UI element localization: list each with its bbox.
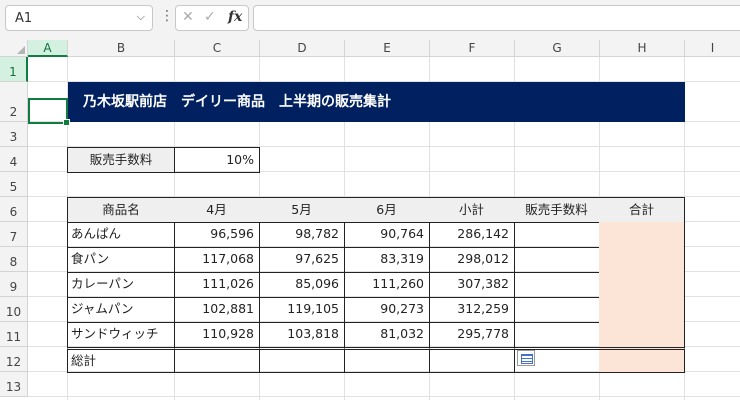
column-header-a[interactable]: A (28, 40, 68, 57)
may-value[interactable]: 103,818 (259, 322, 345, 348)
june-value[interactable]: 83,319 (344, 247, 430, 273)
row-header-7[interactable]: 7 (0, 222, 28, 247)
fee-label[interactable]: 販売手数料 (67, 147, 175, 173)
grand-total-label[interactable]: 総計 (67, 347, 175, 373)
total-cell[interactable] (599, 222, 685, 248)
fee-cell[interactable] (514, 272, 600, 298)
enter-icon[interactable]: ✓ (204, 9, 216, 25)
product-name[interactable]: 食パン (67, 247, 175, 273)
name-box-value: A1 (15, 11, 33, 26)
more-options-icon[interactable]: ⋮ (160, 9, 174, 23)
column-header-e[interactable]: E (345, 40, 430, 57)
row-header-4[interactable]: 4 (0, 147, 28, 172)
cancel-icon[interactable]: ✕ (182, 9, 194, 25)
row-header-10[interactable]: 10 (0, 297, 28, 322)
header-may[interactable]: 5月 (259, 197, 345, 223)
worksheet[interactable]: A B C D E F G H I 1 2 3 4 5 6 7 8 9 10 1… (0, 40, 740, 400)
april-value[interactable]: 117,068 (174, 247, 260, 273)
april-value[interactable]: 96,596 (174, 222, 260, 248)
row-header-6[interactable]: 6 (0, 197, 28, 222)
name-box[interactable]: A1 ⌵ (5, 5, 153, 31)
subtotal-value[interactable]: 295,778 (429, 322, 515, 348)
select-all-button[interactable] (0, 40, 28, 57)
row-header-12[interactable]: 12 (0, 347, 28, 372)
june-value[interactable]: 81,032 (344, 322, 430, 348)
header-june[interactable]: 6月 (344, 197, 430, 223)
grand-total-sum[interactable] (599, 347, 685, 373)
product-name[interactable]: カレーパン (67, 272, 175, 298)
header-april[interactable]: 4月 (174, 197, 260, 223)
fee-value[interactable]: 10% (174, 147, 260, 173)
may-value[interactable]: 119,105 (259, 297, 345, 323)
product-name[interactable]: サンドウィッチ (67, 322, 175, 348)
fee-cell[interactable] (514, 297, 600, 323)
sheet-title[interactable]: 乃木坂駅前店 デイリー商品 上半期の販売集計 (68, 82, 685, 122)
subtotal-value[interactable]: 312,259 (429, 297, 515, 323)
grand-total-june[interactable] (344, 347, 430, 373)
insert-function-icon[interactable]: fx (228, 9, 242, 25)
row-header-9[interactable]: 9 (0, 272, 28, 297)
april-value[interactable]: 110,928 (174, 322, 260, 348)
row-header-5[interactable]: 5 (0, 172, 28, 197)
header-fee[interactable]: 販売手数料 (514, 197, 600, 223)
grand-total-may[interactable] (259, 347, 345, 373)
row-header-3[interactable]: 3 (0, 122, 28, 147)
column-header-b[interactable]: B (68, 40, 175, 57)
subtotal-value[interactable]: 298,012 (429, 247, 515, 273)
header-total[interactable]: 合計 (599, 197, 685, 223)
june-value[interactable]: 111,260 (344, 272, 430, 298)
row-header-1[interactable]: 1 (0, 57, 28, 82)
chevron-down-icon[interactable]: ⌵ (137, 10, 145, 24)
header-subtotal[interactable]: 小計 (429, 197, 515, 223)
fee-cell[interactable] (514, 247, 600, 273)
grand-total-subtotal[interactable] (429, 347, 515, 373)
grand-total-april[interactable] (174, 347, 260, 373)
formula-bar: A1 ⌵ ⋮ ✕ ✓ fx (0, 0, 740, 40)
column-header-i[interactable]: I (685, 40, 740, 57)
column-header-f[interactable]: F (430, 40, 515, 57)
subtotal-value[interactable]: 307,382 (429, 272, 515, 298)
fee-cell[interactable] (514, 322, 600, 348)
april-value[interactable]: 102,881 (174, 297, 260, 323)
header-product[interactable]: 商品名 (67, 197, 175, 223)
formula-input[interactable] (253, 5, 740, 31)
total-cell[interactable] (599, 247, 685, 273)
product-name[interactable]: あんぱん (67, 222, 175, 248)
formula-buttons: ✕ ✓ fx (175, 5, 249, 31)
row-header-2[interactable]: 2 (0, 82, 28, 122)
active-cell-selection[interactable] (28, 98, 70, 126)
column-header-h[interactable]: H (600, 40, 685, 57)
may-value[interactable]: 85,096 (259, 272, 345, 298)
june-value[interactable]: 90,764 (344, 222, 430, 248)
total-cell[interactable] (599, 272, 685, 298)
product-name[interactable]: ジャムパン (67, 297, 175, 323)
may-value[interactable]: 98,782 (259, 222, 345, 248)
quick-analysis-icon[interactable] (517, 350, 535, 366)
row-header-11[interactable]: 11 (0, 322, 28, 347)
column-header-d[interactable]: D (260, 40, 345, 57)
april-value[interactable]: 111,026 (174, 272, 260, 298)
row-header-13[interactable]: 13 (0, 372, 28, 397)
subtotal-value[interactable]: 286,142 (429, 222, 515, 248)
column-header-g[interactable]: G (515, 40, 600, 57)
column-header-c[interactable]: C (175, 40, 260, 57)
june-value[interactable]: 90,273 (344, 297, 430, 323)
row-header-8[interactable]: 8 (0, 247, 28, 272)
fee-cell[interactable] (514, 222, 600, 248)
may-value[interactable]: 97,625 (259, 247, 345, 273)
total-cell[interactable] (599, 322, 685, 348)
total-cell[interactable] (599, 297, 685, 323)
